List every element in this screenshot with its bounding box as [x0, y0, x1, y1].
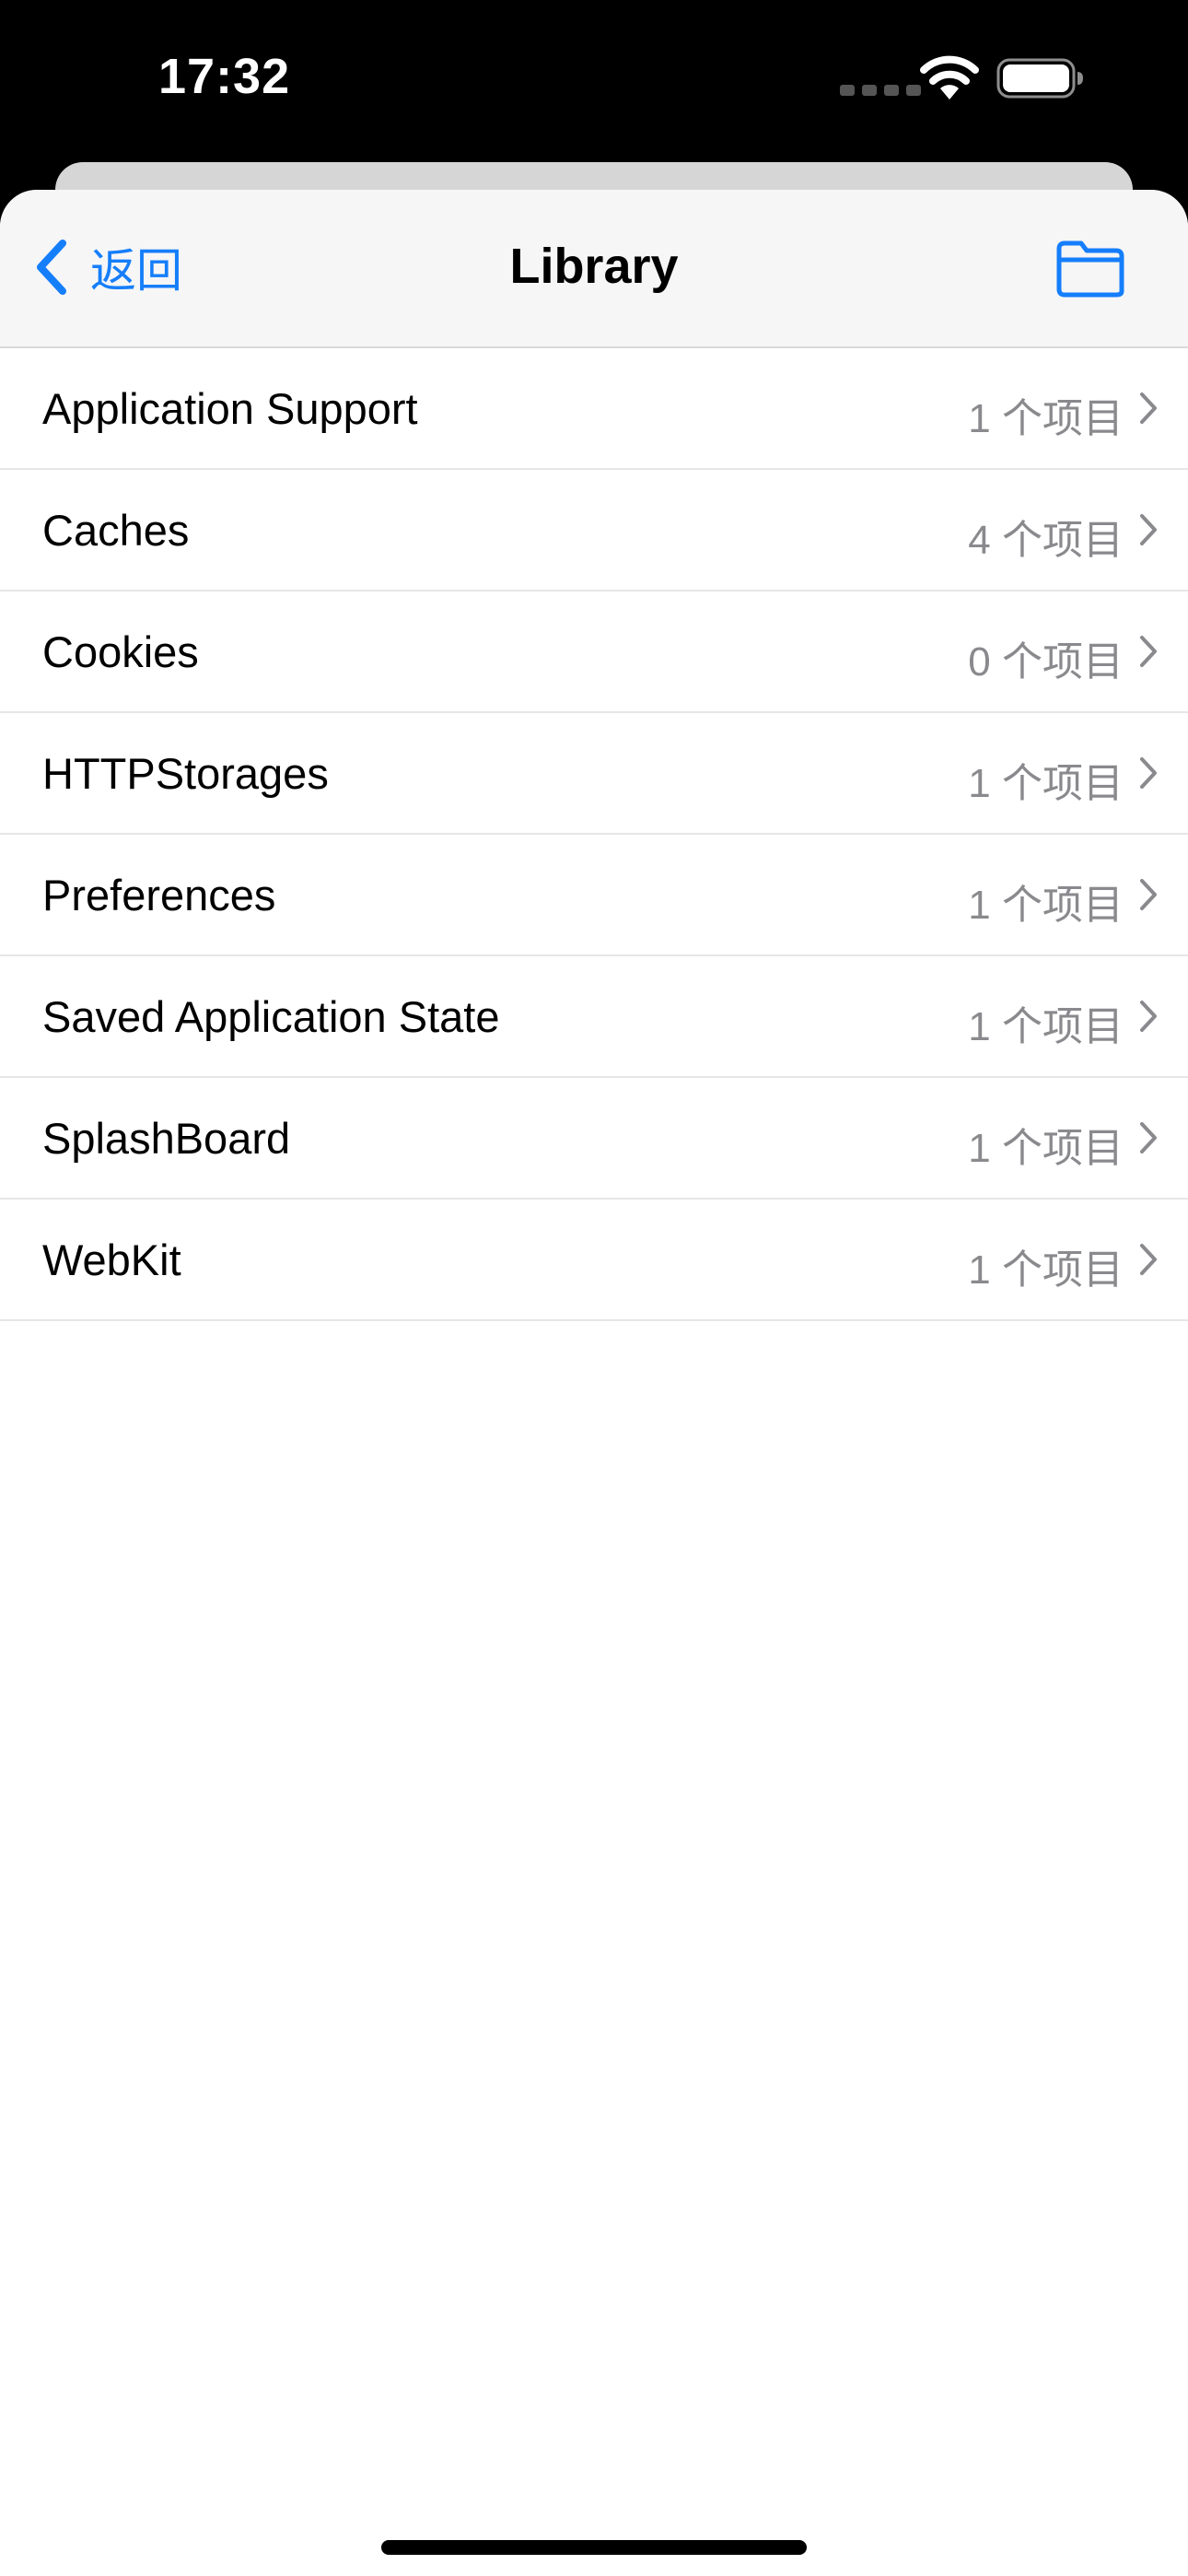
- navigation-bar: 返回 Library: [0, 190, 1188, 348]
- status-time: 17:32: [158, 49, 291, 104]
- chevron-right-icon: [1140, 1001, 1157, 1032]
- list-item[interactable]: SplashBoard 1 个项目: [0, 1078, 1188, 1200]
- folder-name: Caches: [42, 506, 190, 555]
- chevron-right-icon: [1140, 1122, 1157, 1153]
- folder-name: Application Support: [42, 384, 418, 433]
- list-item[interactable]: Caches 4 个项目: [0, 470, 1188, 591]
- list-item[interactable]: Saved Application State 1 个项目: [0, 956, 1188, 1078]
- home-indicator[interactable]: [381, 2540, 807, 2555]
- chevron-right-icon: [1140, 636, 1157, 667]
- list-item[interactable]: WebKit 1 个项目: [0, 1200, 1188, 1321]
- folder-name: Cookies: [42, 627, 199, 676]
- folder-name: WebKit: [42, 1235, 181, 1284]
- file-list: Application Support 1 个项目 Caches 4 个项目 Cooki…: [0, 348, 1188, 1321]
- page-title: Library: [509, 239, 679, 294]
- folder-name: HTTPStorages: [42, 749, 329, 798]
- list-item[interactable]: Cookies 0 个项目: [0, 591, 1188, 713]
- chevron-right-icon: [1140, 757, 1157, 789]
- item-count: 1 个项目: [968, 1004, 1124, 1049]
- folder-name: Saved Application State: [42, 992, 500, 1041]
- battery-icon: [996, 58, 1083, 99]
- list-item[interactable]: HTTPStorages 1 个项目: [0, 713, 1188, 835]
- item-count: 0 个项目: [968, 639, 1124, 685]
- screen: 17:32 返回 Library Application Support 1 个…: [0, 0, 1188, 2576]
- chevron-right-icon: [1140, 392, 1157, 424]
- item-count: 1 个项目: [968, 761, 1124, 806]
- folder-name: SplashBoard: [42, 1114, 291, 1163]
- chevron-right-icon: [1140, 879, 1157, 910]
- folder-icon[interactable]: [1055, 240, 1125, 299]
- chevron-right-icon: [1140, 1244, 1157, 1275]
- cellular-signal-icon: [840, 85, 921, 96]
- wifi-icon: [920, 55, 979, 100]
- list-item[interactable]: Application Support 1 个项目: [0, 348, 1188, 470]
- item-count: 4 个项目: [968, 518, 1124, 563]
- status-bar: 17:32: [0, 0, 1188, 157]
- list-item[interactable]: Preferences 1 个项目: [0, 835, 1188, 956]
- item-count: 1 个项目: [968, 1126, 1124, 1171]
- item-count: 1 个项目: [968, 396, 1124, 441]
- item-count: 1 个项目: [968, 1247, 1124, 1293]
- chevron-right-icon: [1140, 514, 1157, 545]
- folder-name: Preferences: [42, 871, 276, 919]
- modal-sheet: 返回 Library Application Support 1 个项目 Cache…: [0, 190, 1188, 2576]
- item-count: 1 个项目: [968, 883, 1124, 928]
